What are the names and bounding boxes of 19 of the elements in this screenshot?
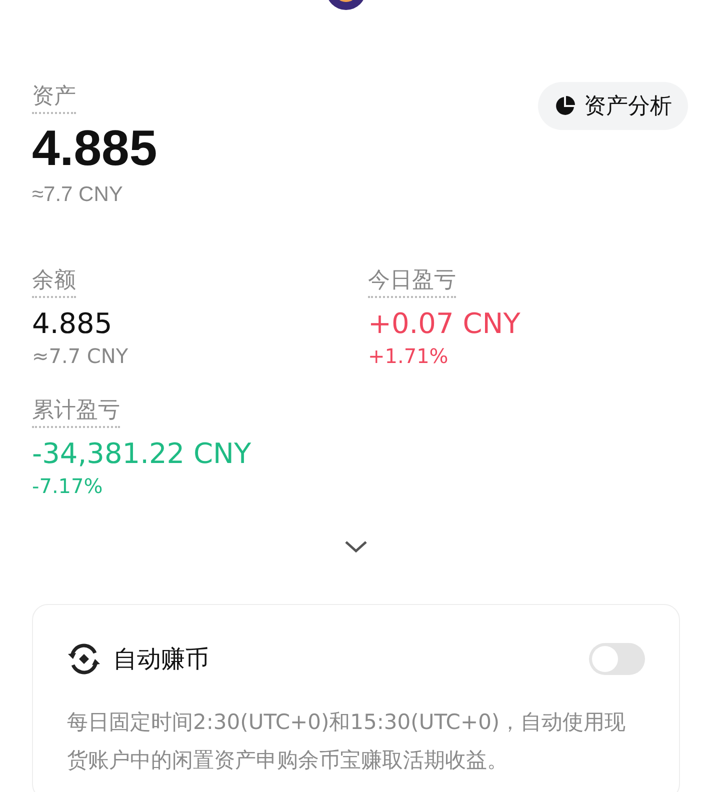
asset-analysis-button[interactable]: 资产分析 [538, 82, 688, 130]
stat-label: 余额 [32, 266, 76, 298]
auto-earn-title: 自动赚币 [113, 644, 209, 675]
assets-value: 4.885 [32, 119, 158, 178]
assets-label: 资产 [32, 82, 76, 114]
stat-value: -34,381.22 CNY [32, 436, 252, 472]
stat-label: 累计盈亏 [32, 396, 120, 428]
pie-chart-icon [554, 95, 576, 117]
exchange-cycle-icon [67, 642, 101, 676]
stat-label: 今日盈亏 [368, 266, 456, 298]
stat-subvalue: ≈7.7 CNY [32, 343, 130, 370]
stat-value: 4.885 [32, 306, 114, 342]
stat-subvalue: +1.71% [368, 343, 450, 370]
chevron-down-icon[interactable] [344, 540, 368, 554]
stat-value: +0.07 CNY [368, 306, 522, 342]
stat-subvalue: -7.17% [32, 473, 104, 500]
assets-approx: ≈7.7 CNY [32, 182, 124, 208]
auto-earn-description: 每日固定时间2:30(UTC+0)和15:30(UTC+0)，自动使用现货账户中的闲置资产申购余币宝赚取活期收益。 [67, 709, 627, 774]
auto-earn-toggle[interactable] [589, 643, 645, 675]
